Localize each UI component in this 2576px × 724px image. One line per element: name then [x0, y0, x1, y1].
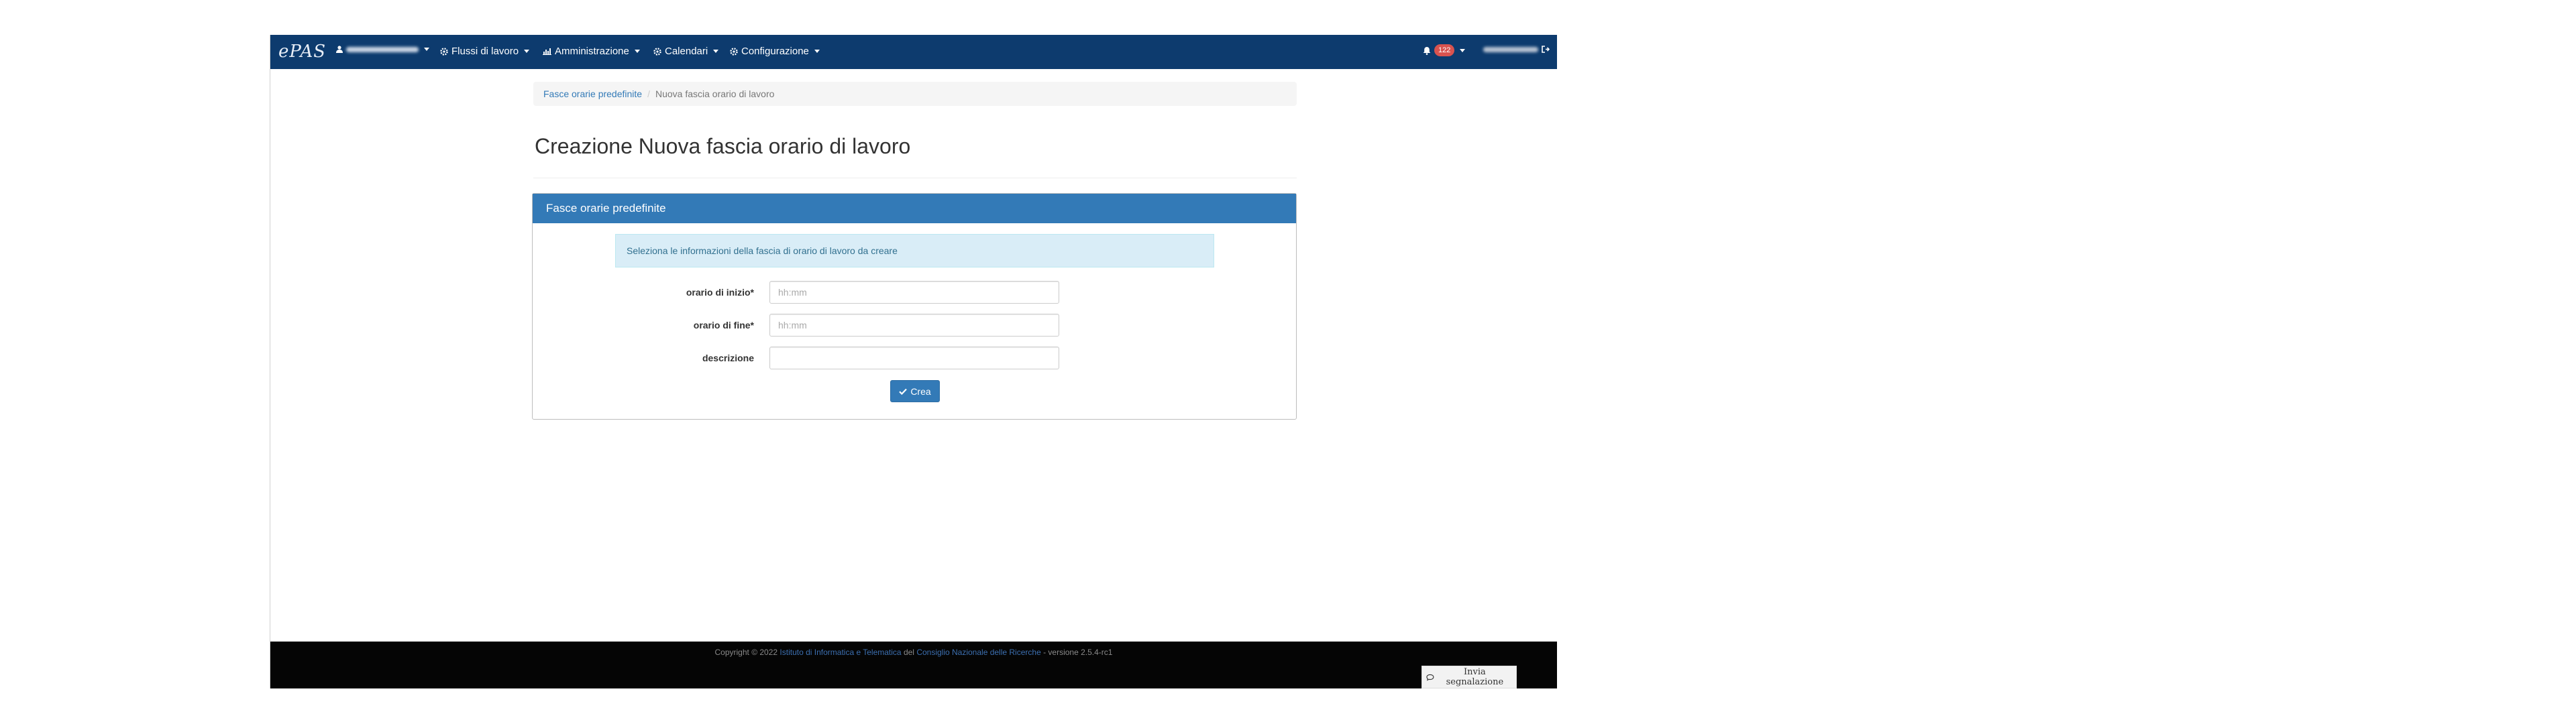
description-input[interactable] — [769, 347, 1059, 369]
form-panel: Fasce orarie predefinite Seleziona le in… — [532, 193, 1297, 420]
breadcrumb-current: Nuova fascia orario di lavoro — [655, 88, 775, 99]
start-time-input[interactable] — [769, 281, 1059, 304]
chevron-down-icon — [713, 50, 719, 53]
end-time-label: orario di fine* — [693, 320, 754, 330]
notifications-menu[interactable]: 122 — [1423, 44, 1466, 56]
notification-badge: 122 — [1434, 44, 1455, 56]
menu-label: Configurazione — [741, 46, 809, 57]
connector-text: del — [903, 648, 914, 657]
end-time-input[interactable] — [769, 314, 1059, 337]
footer-copyright: Copyright © 2022 Istituto di Informatica… — [270, 648, 1557, 657]
breadcrumb-separator: / — [647, 88, 650, 99]
council-link[interactable]: Consiglio Nazionale delle Ricerche — [916, 648, 1040, 657]
menu-calendari[interactable]: Calendari — [653, 46, 719, 57]
institute-link[interactable]: Istituto di Informatica e Telematica — [780, 648, 901, 657]
bell-icon — [1423, 46, 1431, 55]
start-time-row: orario di inizio* — [533, 281, 1297, 305]
user-menu[interactable] — [336, 46, 429, 53]
page-title: Creazione Nuova fascia orario di lavoro — [535, 134, 911, 158]
logout-icon — [1542, 46, 1550, 53]
app-page: ePAS Flussi di lavoro Amministrazione Ca… — [270, 35, 1557, 688]
info-alert: Seleziona le informazioni della fascia d… — [615, 234, 1214, 267]
chevron-down-icon — [814, 50, 820, 53]
menu-amministrazione[interactable]: Amministrazione — [543, 46, 640, 57]
menu-label: Amministrazione — [555, 46, 629, 57]
logout-user[interactable] — [1483, 46, 1550, 53]
create-button[interactable]: Crea — [890, 380, 940, 402]
footer: Copyright © 2022 Istituto di Informatica… — [270, 642, 1557, 688]
end-time-row: orario di fine* — [533, 314, 1297, 338]
gear-icon — [653, 47, 661, 56]
user-name-redacted — [346, 46, 419, 52]
user-icon — [336, 46, 343, 53]
chevron-down-icon — [634, 50, 640, 53]
create-button-label: Crea — [910, 385, 931, 397]
start-time-label: orario di inizio* — [686, 287, 754, 298]
comment-icon — [1426, 674, 1434, 681]
menu-flussi-di-lavoro[interactable]: Flussi di lavoro — [440, 46, 530, 57]
brand-logo[interactable]: ePAS — [278, 42, 326, 62]
report-button-label: Invia segnalazione — [1446, 667, 1504, 687]
panel-heading: Fasce orarie predefinite — [533, 194, 1296, 223]
chevron-down-icon — [524, 50, 530, 53]
copyright-text: Copyright © 2022 — [714, 648, 778, 657]
description-label: descrizione — [702, 353, 754, 363]
top-navbar: ePAS Flussi di lavoro Amministrazione Ca… — [270, 35, 1557, 69]
gear-icon — [440, 47, 448, 56]
menu-label: Calendari — [665, 46, 708, 57]
description-row: descrizione — [533, 347, 1297, 371]
chevron-down-icon — [424, 48, 429, 51]
menu-configurazione[interactable]: Configurazione — [730, 46, 820, 57]
menu-label: Flussi di lavoro — [451, 46, 519, 57]
user-account-redacted — [1483, 46, 1538, 52]
breadcrumb-link-fasce-orarie[interactable]: Fasce orarie predefinite — [543, 88, 642, 99]
breadcrumb: Fasce orarie predefinite / Nuova fascia or… — [533, 82, 1297, 106]
chevron-down-icon — [1460, 48, 1466, 52]
check-icon — [899, 388, 908, 395]
report-button[interactable]: Invia segnalazione — [1421, 666, 1517, 688]
gear-icon — [730, 47, 738, 56]
version-text: - versione 2.5.4-rc1 — [1043, 648, 1113, 657]
chart-icon — [543, 48, 551, 55]
